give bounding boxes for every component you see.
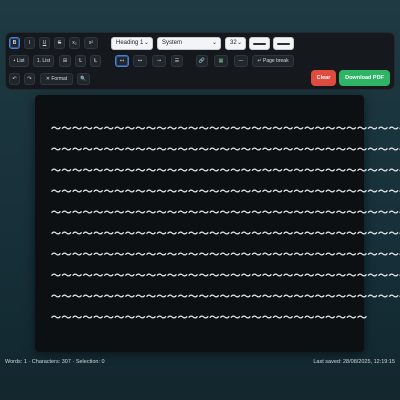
arrow-right-icon[interactable]: →: [152, 55, 166, 67]
bullet-list-button[interactable]: • List: [9, 55, 29, 67]
font-family-select[interactable]: System ⌄: [157, 37, 221, 50]
redo-icon[interactable]: ↷: [24, 73, 35, 85]
editor-line: 〜〜〜〜〜〜〜〜〜〜〜〜〜〜〜〜〜〜〜〜〜〜〜〜〜〜〜〜〜〜: [51, 313, 368, 324]
underline-button[interactable]: U: [39, 37, 50, 49]
strikethrough-button[interactable]: S: [54, 37, 65, 49]
text-color-swatch: [253, 43, 266, 45]
text-color-picker[interactable]: [249, 37, 270, 50]
editor-line: 〜〜〜〜〜〜〜〜〜〜〜〜〜〜〜〜〜〜〜〜〜〜〜〜〜〜〜〜〜〜〜〜〜〜: [51, 250, 400, 261]
chevron-down-icon: ⌄: [143, 40, 149, 46]
direction-icon[interactable]: ↔: [133, 55, 147, 67]
numbered-list-button[interactable]: 1. List: [33, 55, 54, 67]
justify-icon[interactable]: ☰: [171, 55, 183, 67]
link-icon[interactable]: 🔗: [196, 55, 208, 67]
editor-area[interactable]: 〜〜〜〜〜〜〜〜〜〜〜〜〜〜〜〜〜〜〜〜〜〜〜〜〜〜〜〜〜〜〜〜〜〜 〜〜〜〜〜…: [35, 95, 400, 352]
editor-line: 〜〜〜〜〜〜〜〜〜〜〜〜〜〜〜〜〜〜〜〜〜〜〜〜〜〜〜〜〜〜〜〜〜〜: [51, 124, 400, 135]
editor-line: 〜〜〜〜〜〜〜〜〜〜〜〜〜〜〜〜〜〜〜〜〜〜〜〜〜〜〜〜〜〜〜〜〜〜: [51, 187, 400, 198]
search-icon[interactable]: 🔍: [77, 73, 90, 85]
horizontal-rule-button[interactable]: —: [234, 55, 248, 67]
image-icon[interactable]: ▦: [214, 55, 228, 67]
clear-format-button[interactable]: ✕ Format: [40, 73, 73, 85]
status-last-saved: Last saved: 28/08/2025, 12:19:15: [313, 359, 395, 365]
bold-button[interactable]: B: [9, 37, 20, 49]
font-family-select-value: System: [162, 40, 183, 46]
editor-line: 〜〜〜〜〜〜〜〜〜〜〜〜〜〜〜〜〜〜〜〜〜〜〜〜〜〜〜〜〜〜〜〜〜〜: [51, 208, 400, 219]
editor-line: 〜〜〜〜〜〜〜〜〜〜〜〜〜〜〜〜〜〜〜〜〜〜〜〜〜〜〜〜〜〜〜〜〜〜: [51, 229, 400, 240]
editor-line: 〜〜〜〜〜〜〜〜〜〜〜〜〜〜〜〜〜〜〜〜〜〜〜〜〜〜〜〜〜〜〜〜〜〜: [51, 292, 400, 303]
undo-icon[interactable]: ↶: [9, 73, 20, 85]
page-break-button[interactable]: ↵ Page break: [252, 55, 294, 67]
table-icon[interactable]: ⊞: [59, 55, 71, 67]
indent-active-icon[interactable]: ↤: [115, 55, 129, 67]
download-pdf-button[interactable]: Download PDF: [339, 70, 390, 86]
font-size-select[interactable]: 32 ⌄: [225, 37, 246, 50]
chevron-down-icon: ⌄: [211, 40, 217, 46]
superscript-button[interactable]: x²: [84, 37, 98, 49]
align-left-icon[interactable]: Ƚ: [75, 55, 86, 67]
subscript-button[interactable]: x₂: [69, 37, 80, 49]
highlight-color-picker[interactable]: [273, 37, 294, 50]
heading-select-value: Heading 1: [116, 40, 144, 46]
status-word-count: Words: 1 · Characters: 307 · Selection: …: [5, 359, 105, 365]
editor-line: 〜〜〜〜〜〜〜〜〜〜〜〜〜〜〜〜〜〜〜〜〜〜〜〜〜〜〜〜〜〜〜〜〜〜: [51, 145, 400, 156]
chevron-down-icon: ⌄: [236, 40, 242, 46]
editor-line: 〜〜〜〜〜〜〜〜〜〜〜〜〜〜〜〜〜〜〜〜〜〜〜〜〜〜〜〜〜〜〜〜〜〜: [51, 271, 400, 282]
align-right-icon[interactable]: Ɫ: [90, 55, 101, 67]
italic-button[interactable]: I: [24, 37, 35, 49]
clear-button[interactable]: Clear: [311, 70, 336, 86]
font-size-select-value: 32: [230, 40, 237, 46]
editor-line: 〜〜〜〜〜〜〜〜〜〜〜〜〜〜〜〜〜〜〜〜〜〜〜〜〜〜〜〜〜〜〜〜〜〜: [51, 166, 400, 177]
highlight-color-swatch: [277, 43, 290, 45]
heading-select[interactable]: Heading 1 ⌄: [111, 37, 153, 50]
